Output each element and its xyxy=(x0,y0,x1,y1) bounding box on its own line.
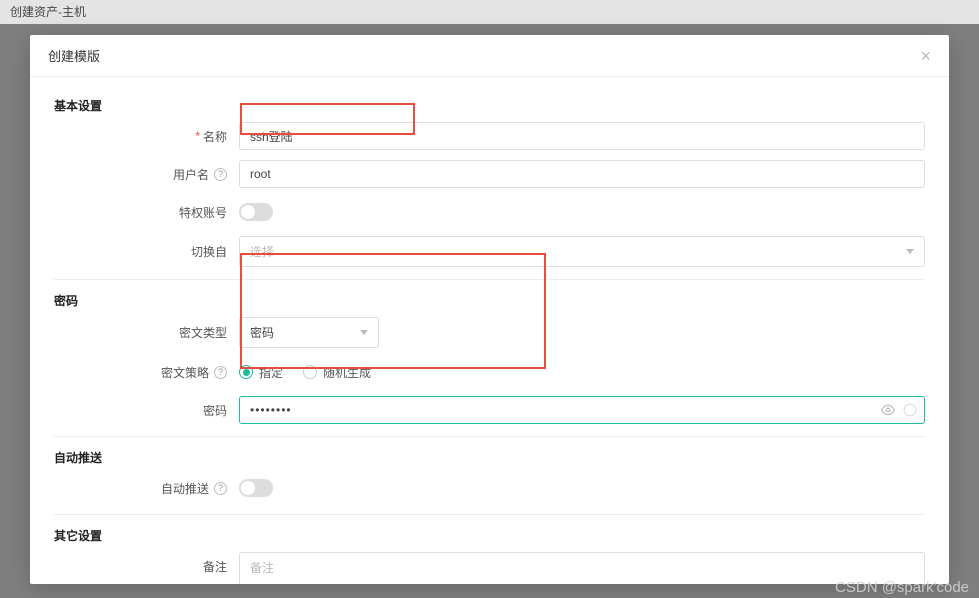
row-password: 密码 xyxy=(54,396,925,424)
close-icon[interactable]: × xyxy=(920,47,931,65)
help-icon[interactable]: ? xyxy=(214,482,227,495)
row-name: * 名称 xyxy=(54,122,925,150)
label-secret-policy: 密文策略 ? xyxy=(54,364,239,381)
label-name-text: 名称 xyxy=(203,128,227,145)
clear-icon[interactable] xyxy=(903,403,917,417)
section-title-basic: 基本设置 xyxy=(54,97,925,114)
parent-page-title: 创建资产-主机 xyxy=(0,0,979,24)
modal-body: 基本设置 * 名称 用户名 ? 特权账号 xyxy=(30,77,949,584)
label-secret-policy-text: 密文策略 xyxy=(161,364,209,381)
label-remark-text: 备注 xyxy=(203,558,227,575)
radio-random-label: 随机生成 xyxy=(323,364,371,381)
label-name: * 名称 xyxy=(54,128,239,145)
divider xyxy=(54,514,925,515)
secret-type-value: 密码 xyxy=(250,324,274,341)
name-input[interactable] xyxy=(239,122,925,150)
label-auto-push: 自动推送 ? xyxy=(54,480,239,497)
secret-type-select[interactable]: 密码 xyxy=(239,317,379,348)
password-icons xyxy=(881,403,917,417)
help-icon[interactable]: ? xyxy=(214,366,227,379)
row-secret-policy: 密文策略 ? 指定 随机生成 xyxy=(54,358,925,386)
radio-specific[interactable]: 指定 xyxy=(239,364,283,381)
switch-from-select[interactable]: 选择 xyxy=(239,236,925,267)
label-secret-type-text: 密文类型 xyxy=(179,324,227,341)
auto-push-toggle[interactable] xyxy=(239,479,273,497)
radio-circle-icon xyxy=(303,365,317,379)
modal-title: 创建模版 xyxy=(48,46,100,65)
privileged-toggle[interactable] xyxy=(239,203,273,221)
section-title-auto-push: 自动推送 xyxy=(54,449,925,466)
radio-circle-icon xyxy=(239,365,253,379)
label-privileged-text: 特权账号 xyxy=(179,204,227,221)
radio-specific-label: 指定 xyxy=(259,364,283,381)
label-auto-push-text: 自动推送 xyxy=(161,480,209,497)
label-username: 用户名 ? xyxy=(54,166,239,183)
required-asterisk: * xyxy=(195,129,200,143)
password-input[interactable] xyxy=(239,396,925,424)
label-switch-from: 切换自 xyxy=(54,243,239,260)
create-template-modal: 创建模版 × 基本设置 * 名称 用户名 ? 特权账号 xyxy=(30,35,949,584)
remark-textarea[interactable] xyxy=(239,552,925,584)
row-secret-type: 密文类型 密码 xyxy=(54,317,925,348)
label-username-text: 用户名 xyxy=(173,166,209,183)
label-remark: 备注 xyxy=(54,552,239,575)
secret-policy-radio-group: 指定 随机生成 xyxy=(239,364,371,381)
row-remark: 备注 xyxy=(54,552,925,584)
row-switch-from: 切换自 选择 xyxy=(54,236,925,267)
label-secret-type: 密文类型 xyxy=(54,324,239,341)
label-password-text: 密码 xyxy=(203,402,227,419)
divider xyxy=(54,436,925,437)
row-username: 用户名 ? xyxy=(54,160,925,188)
chevron-down-icon xyxy=(906,249,914,254)
eye-icon[interactable] xyxy=(881,403,895,417)
row-auto-push: 自动推送 ? xyxy=(54,474,925,502)
help-icon[interactable]: ? xyxy=(214,168,227,181)
modal-header: 创建模版 × xyxy=(30,35,949,77)
section-title-other: 其它设置 xyxy=(54,527,925,544)
divider xyxy=(54,279,925,280)
radio-random[interactable]: 随机生成 xyxy=(303,364,371,381)
username-input[interactable] xyxy=(239,160,925,188)
row-privileged: 特权账号 xyxy=(54,198,925,226)
section-title-password: 密码 xyxy=(54,292,925,309)
label-privileged: 特权账号 xyxy=(54,204,239,221)
switch-from-placeholder: 选择 xyxy=(250,243,274,260)
chevron-down-icon xyxy=(360,330,368,335)
label-password: 密码 xyxy=(54,402,239,419)
label-switch-from-text: 切换自 xyxy=(191,243,227,260)
